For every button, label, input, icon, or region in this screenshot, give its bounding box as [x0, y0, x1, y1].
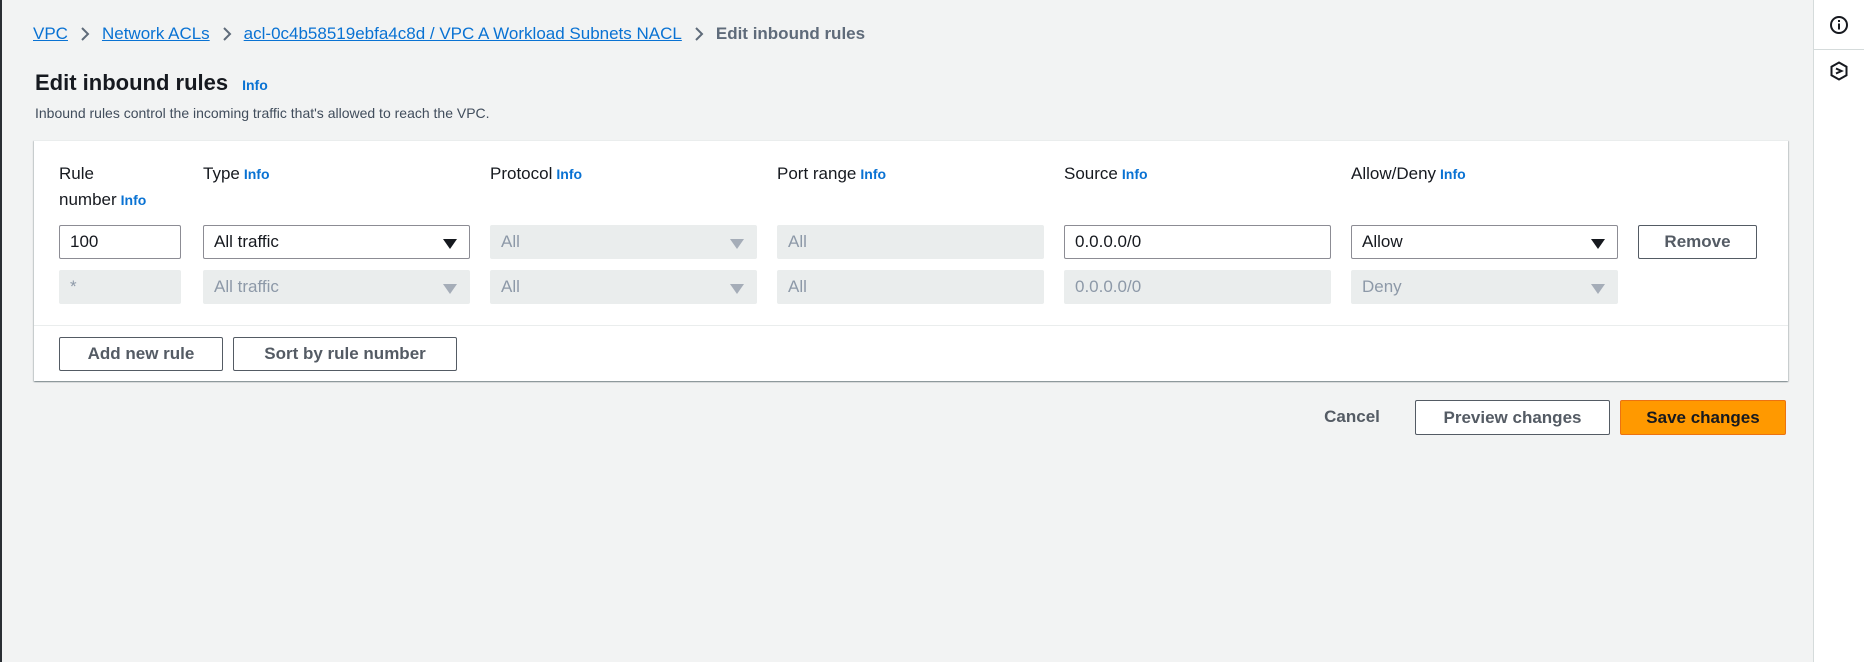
caret-down-icon: [1591, 284, 1605, 294]
default-rule-number: *: [59, 270, 181, 304]
rule-number-info-link[interactable]: Info: [121, 192, 147, 208]
caret-down-icon: [730, 284, 744, 294]
column-label-protocol: Protocol: [490, 164, 553, 183]
default-allow-deny-select: Deny: [1351, 270, 1618, 304]
caret-down-icon: [443, 284, 457, 294]
port-range-info-link[interactable]: Info: [860, 166, 886, 182]
page-description: Inbound rules control the incoming traff…: [35, 105, 490, 121]
rule-number-input[interactable]: 100: [59, 225, 181, 259]
column-header-port-range: Port range Info: [777, 161, 886, 187]
caret-down-icon: [730, 239, 744, 249]
default-type-select: All traffic: [203, 270, 470, 304]
save-changes-button[interactable]: Save changes: [1620, 400, 1786, 435]
default-source: 0.0.0.0/0: [1064, 270, 1331, 304]
source-info-link[interactable]: Info: [1122, 166, 1148, 182]
column-header-source: Source Info: [1064, 161, 1148, 187]
settings-hexagon-icon[interactable]: [1828, 60, 1850, 82]
column-label-number: number: [59, 190, 117, 209]
right-tools-rail: [1813, 0, 1864, 662]
port-range-input-disabled: All: [777, 225, 1044, 259]
caret-down-icon: [443, 239, 457, 249]
protocol-info-link[interactable]: Info: [556, 166, 582, 182]
page: VPC Network ACLs acl-0c4b58519ebfa4c8d /…: [0, 0, 1864, 662]
chevron-right-icon: [210, 26, 244, 42]
column-header-rule-number: Rule number Info: [59, 161, 146, 213]
preview-changes-button[interactable]: Preview changes: [1415, 400, 1610, 435]
add-new-rule-button[interactable]: Add new rule: [59, 337, 223, 371]
default-port-range: All: [777, 270, 1044, 304]
breadcrumb-network-acls[interactable]: Network ACLs: [102, 24, 210, 44]
sort-by-rule-number-button[interactable]: Sort by rule number: [233, 337, 457, 371]
type-select[interactable]: All traffic: [203, 225, 470, 259]
column-label-allow-deny: Allow/Deny: [1351, 164, 1437, 183]
card-divider: [34, 325, 1788, 326]
breadcrumb: VPC Network ACLs acl-0c4b58519ebfa4c8d /…: [33, 24, 865, 44]
breadcrumb-acl[interactable]: acl-0c4b58519ebfa4c8d / VPC A Workload S…: [244, 24, 682, 44]
type-select-value: All traffic: [214, 232, 279, 251]
breadcrumb-current: Edit inbound rules: [715, 24, 866, 43]
cancel-button[interactable]: Cancel: [1307, 400, 1397, 434]
chevron-right-icon: [68, 26, 102, 42]
allow-deny-select-value: Allow: [1362, 232, 1403, 251]
allow-deny-select[interactable]: Allow: [1351, 225, 1618, 259]
page-header: Edit inbound rules Info Inbound rules co…: [35, 70, 490, 121]
column-header-protocol: Protocol Info: [490, 161, 582, 187]
column-label-port-range: Port range: [777, 164, 857, 183]
protocol-select-value: All: [501, 232, 520, 251]
column-label-rule: Rule: [59, 164, 94, 183]
page-title: Edit inbound rules: [35, 70, 229, 95]
column-header-allow-deny: Allow/Deny Info: [1351, 161, 1466, 187]
default-protocol-value: All: [501, 277, 520, 296]
source-input[interactable]: 0.0.0.0/0: [1064, 225, 1331, 259]
default-type-value: All traffic: [214, 277, 279, 296]
column-header-type: Type Info: [203, 161, 270, 187]
protocol-select-disabled: All: [490, 225, 757, 259]
chevron-right-icon: [682, 26, 716, 42]
default-protocol-select: All: [490, 270, 757, 304]
inbound-rules-card: Rule number Info Type Info Protocol Info Po…: [34, 140, 1788, 381]
caret-down-icon: [1591, 239, 1605, 249]
title-info-link[interactable]: Info: [242, 77, 268, 93]
default-allow-deny-value: Deny: [1362, 277, 1402, 296]
allow-deny-info-link[interactable]: Info: [1440, 166, 1466, 182]
type-info-link[interactable]: Info: [244, 166, 270, 182]
remove-rule-button[interactable]: Remove: [1638, 225, 1757, 259]
breadcrumb-vpc[interactable]: VPC: [33, 24, 68, 44]
column-label-type: Type: [203, 164, 240, 183]
column-label-source: Source: [1064, 164, 1118, 183]
rail-divider: [1814, 49, 1864, 50]
info-icon[interactable]: [1828, 14, 1850, 36]
